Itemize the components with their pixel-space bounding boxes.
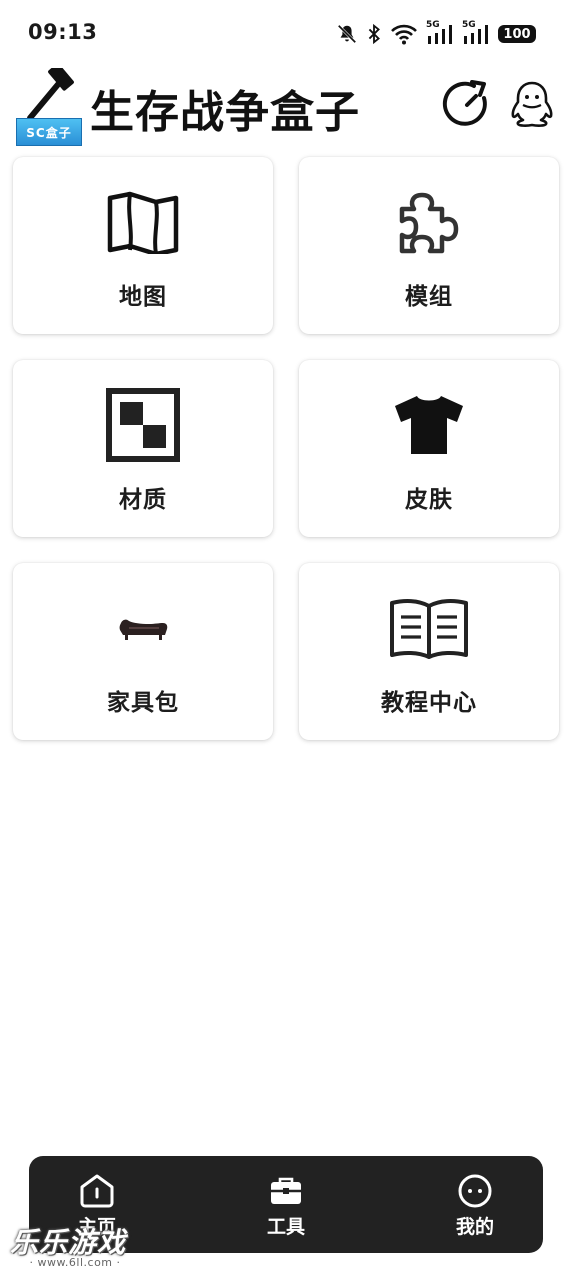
card-label: 模组: [405, 284, 453, 310]
face-icon: [458, 1174, 492, 1208]
hammer-icon: [27, 68, 74, 121]
app-header: SC盒子 生存战争盒子: [0, 64, 572, 152]
watermark-sub: · www.6ll.com ·: [29, 1256, 121, 1269]
qq-button[interactable]: [508, 78, 556, 132]
card-label: 教程中心: [381, 690, 477, 716]
status-bar: 09:13 5G 5G 100: [0, 0, 572, 64]
map-icon: [107, 191, 179, 254]
nav-label: 工具: [266, 1216, 305, 1238]
nav-tools[interactable]: 工具: [226, 1156, 346, 1253]
signal-1: 5G: [426, 20, 454, 46]
tshirt-icon: [395, 396, 463, 454]
card-map[interactable]: 地图: [13, 157, 273, 334]
refresh-icon: [442, 80, 487, 126]
nav-mine[interactable]: 我的: [415, 1156, 535, 1253]
signal-bars-icon: [428, 25, 452, 44]
status-time: 09:13: [28, 20, 98, 44]
card-skin[interactable]: 皮肤: [299, 360, 559, 537]
nav-label: 我的: [455, 1216, 494, 1238]
card-texture[interactable]: 材质: [13, 360, 273, 537]
signal-bars-icon: [464, 25, 488, 44]
home-icon: [80, 1174, 114, 1208]
qq-icon: [511, 81, 553, 127]
card-furniture[interactable]: 家具包: [13, 563, 273, 740]
puzzle-icon: [399, 192, 459, 254]
watermark-main: 乐乐游戏: [10, 1226, 127, 1259]
wifi-icon: [391, 24, 417, 45]
refresh-button[interactable]: [440, 78, 494, 132]
card-label: 皮肤: [405, 487, 453, 513]
mute-bell-icon: [337, 24, 357, 44]
watermark: 乐乐游戏 · www.6ll.com ·: [10, 1228, 140, 1278]
signal-2: 5G: [462, 20, 490, 46]
card-label: 地图: [119, 284, 167, 310]
toolbox-icon: [271, 1177, 301, 1204]
card-label: 家具包: [107, 690, 179, 716]
bluetooth-icon: [368, 23, 380, 45]
card-mods[interactable]: 模组: [299, 157, 559, 334]
app-logo: SC盒子: [16, 68, 82, 146]
logo-badge: SC盒子: [16, 118, 82, 146]
book-icon: [390, 599, 468, 659]
battery-indicator: 100: [498, 25, 536, 43]
sofa-icon: [119, 619, 168, 640]
card-label: 材质: [119, 487, 167, 513]
app-title: 生存战争盒子: [90, 87, 360, 138]
status-icons: 5G 5G 100: [336, 20, 536, 48]
card-tutorial[interactable]: 教程中心: [299, 563, 559, 740]
texture-icon: [106, 388, 180, 462]
